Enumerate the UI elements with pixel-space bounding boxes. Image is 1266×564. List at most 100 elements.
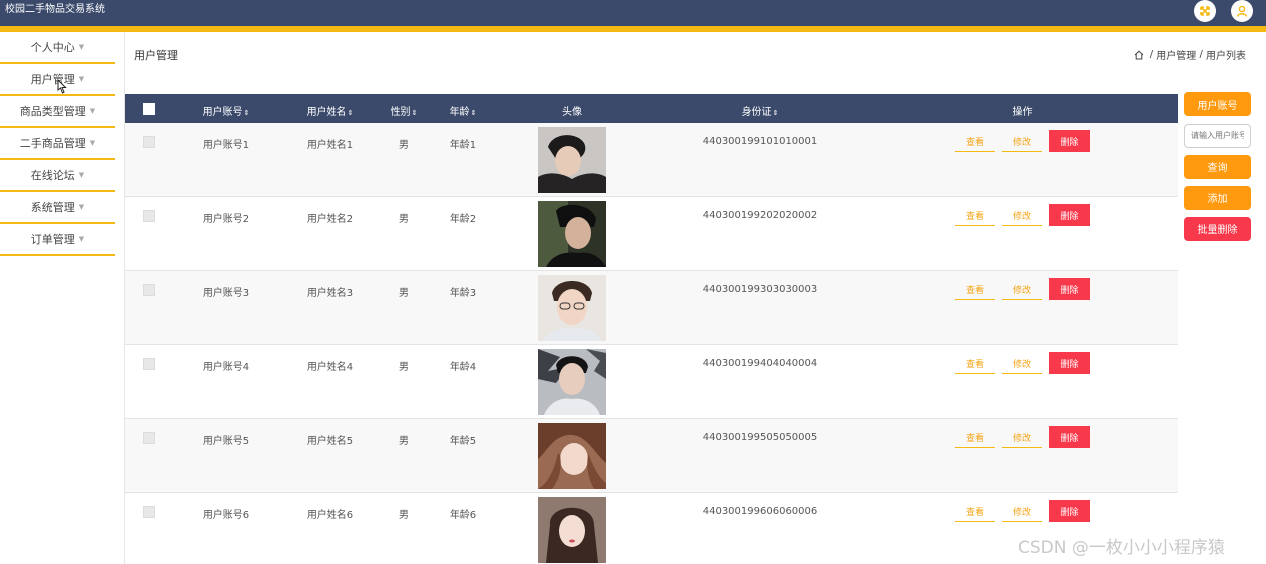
cell-id-card: 440300199202020002 — [702, 210, 818, 221]
cell-sex: 男 — [399, 510, 409, 521]
user-table: 用户账号⇕ 用户姓名⇕ 性别⇕ 年龄⇕ 头像 身份证⇕ 操作 用户账号1 用户姓… — [125, 94, 1178, 564]
row-actions: 查看 修改 删除 — [955, 500, 1090, 522]
cell-account: 用户账号6 — [202, 510, 250, 521]
cell-age: 年龄5 — [449, 436, 477, 447]
chevron-down-icon: ▼ — [78, 171, 85, 179]
cell-id-card: 440300199101010001 — [702, 136, 818, 147]
view-button[interactable]: 查看 — [955, 204, 995, 226]
select-all-checkbox[interactable] — [143, 103, 155, 118]
row-checkbox[interactable] — [143, 506, 155, 521]
delete-button[interactable]: 删除 — [1049, 500, 1090, 522]
cell-name: 用户姓名2 — [306, 214, 354, 225]
sidebar-item-label: 订单管理 — [30, 233, 75, 246]
chevron-down-icon: ▼ — [78, 203, 85, 211]
cell-account: 用户账号4 — [202, 362, 250, 373]
edit-button[interactable]: 修改 — [1002, 130, 1042, 152]
row-checkbox[interactable] — [143, 432, 155, 447]
column-header-avatar: 头像 — [562, 107, 582, 118]
add-button[interactable]: 添加 — [1184, 185, 1251, 210]
cell-account: 用户账号2 — [202, 214, 250, 225]
edit-button[interactable]: 修改 — [1002, 426, 1042, 448]
row-actions: 查看 修改 删除 — [955, 278, 1090, 300]
cell-account: 用户账号5 — [202, 436, 250, 447]
sidebar-item-label: 商品类型管理 — [19, 105, 86, 118]
edit-button[interactable]: 修改 — [1002, 204, 1042, 226]
avatar-photo — [538, 423, 606, 489]
column-header-age[interactable]: 年龄⇕ — [441, 103, 485, 118]
header-accent-bar — [0, 26, 1266, 32]
breadcrumb-item: 用户列表 — [1206, 51, 1246, 62]
column-header-id-card[interactable]: 身份证⇕ — [685, 103, 835, 118]
sort-icon[interactable]: ⇕ — [471, 109, 477, 117]
row-actions: 查看 修改 删除 — [955, 130, 1090, 152]
view-button[interactable]: 查看 — [955, 426, 995, 448]
sort-icon[interactable]: ⇕ — [412, 109, 418, 117]
edit-button[interactable]: 修改 — [1002, 278, 1042, 300]
mouse-cursor-icon — [57, 79, 67, 94]
column-header-account[interactable]: 用户账号⇕ — [187, 103, 265, 118]
expand-arrows-icon[interactable] — [1194, 0, 1216, 22]
sidebar-item-online-forum[interactable]: 在线论坛 ▼ — [0, 160, 115, 192]
breadcrumb-separator: / — [1196, 49, 1206, 60]
cell-id-card: 440300199606060006 — [702, 506, 818, 517]
sidebar-item-product-type-management[interactable]: 商品类型管理 ▼ — [0, 96, 115, 128]
view-button[interactable]: 查看 — [955, 500, 995, 522]
avatar-photo — [538, 201, 606, 267]
delete-button[interactable]: 删除 — [1049, 204, 1090, 226]
query-button[interactable]: 查询 — [1184, 154, 1251, 179]
edit-button[interactable]: 修改 — [1002, 500, 1042, 522]
cell-id-card: 440300199404040004 — [702, 358, 818, 369]
cell-name: 用户姓名4 — [306, 362, 354, 373]
search-input[interactable] — [1184, 123, 1251, 148]
cell-sex: 男 — [399, 436, 409, 447]
delete-button[interactable]: 删除 — [1049, 426, 1090, 448]
cell-id-card: 440300199303030003 — [702, 284, 818, 295]
cell-sex: 男 — [399, 214, 409, 225]
chevron-down-icon: ▼ — [78, 235, 85, 243]
chevron-down-icon: ▼ — [78, 43, 85, 51]
cell-age: 年龄2 — [449, 214, 477, 225]
delete-button[interactable]: 删除 — [1049, 130, 1090, 152]
edit-button[interactable]: 修改 — [1002, 352, 1042, 374]
column-header-sex[interactable]: 性别⇕ — [387, 103, 421, 118]
delete-button[interactable]: 删除 — [1049, 352, 1090, 374]
cell-name: 用户姓名1 — [306, 140, 354, 151]
table-row: 用户账号1 用户姓名1 男 年龄1 440300199101010001 查看 … — [125, 123, 1178, 197]
cell-sex: 男 — [399, 288, 409, 299]
sidebar-item-used-goods-management[interactable]: 二手商品管理 ▼ — [0, 128, 115, 160]
sort-icon[interactable]: ⇕ — [348, 109, 354, 117]
top-header: 校园二手物品交易系统 — [0, 0, 1266, 26]
chevron-down-icon: ▼ — [78, 75, 85, 83]
table-row: 用户账号2 用户姓名2 男 年龄2 440300199202020002 查看 … — [125, 197, 1178, 271]
view-button[interactable]: 查看 — [955, 130, 995, 152]
avatar-photo — [538, 497, 606, 563]
chevron-down-icon: ▼ — [89, 107, 96, 115]
row-checkbox[interactable] — [143, 136, 155, 151]
sidebar-item-label: 用户管理 — [30, 73, 75, 86]
view-button[interactable]: 查看 — [955, 352, 995, 374]
sidebar-item-order-management[interactable]: 订单管理 ▼ — [0, 224, 115, 256]
sort-icon[interactable]: ⇕ — [244, 109, 250, 117]
avatar-photo — [538, 275, 606, 341]
view-button[interactable]: 查看 — [955, 278, 995, 300]
home-icon[interactable] — [1134, 50, 1144, 60]
row-checkbox[interactable] — [143, 284, 155, 299]
breadcrumb-item[interactable]: 用户管理 — [1156, 47, 1196, 62]
app-title: 校园二手物品交易系统 — [5, 4, 105, 15]
column-header-name[interactable]: 用户姓名⇕ — [291, 103, 369, 118]
sidebar-item-personal-center[interactable]: 个人中心 ▼ — [0, 32, 115, 64]
sidebar: 个人中心 ▼ 用户管理 ▼ 商品类型管理 ▼ 二手商品管理 ▼ 在线论坛 ▼ 系统管理 ▼ … — [0, 32, 115, 256]
row-checkbox[interactable] — [143, 358, 155, 373]
user-icon[interactable] — [1231, 0, 1253, 22]
sidebar-item-label: 个人中心 — [30, 41, 75, 54]
breadcrumb: / 用户管理 / 用户列表 — [1134, 47, 1246, 62]
sort-icon[interactable]: ⇕ — [773, 109, 779, 117]
sidebar-item-system-management[interactable]: 系统管理 ▼ — [0, 192, 115, 224]
batch-delete-button[interactable]: 批量删除 — [1184, 216, 1251, 241]
delete-button[interactable]: 删除 — [1049, 278, 1090, 300]
cell-id-card: 440300199505050005 — [702, 432, 818, 443]
table-row: 用户账号3 用户姓名3 男 年龄3 440300199303030003 查看 … — [125, 271, 1178, 345]
row-checkbox[interactable] — [143, 210, 155, 225]
row-actions: 查看 修改 删除 — [955, 426, 1090, 448]
cell-account: 用户账号1 — [202, 140, 250, 151]
